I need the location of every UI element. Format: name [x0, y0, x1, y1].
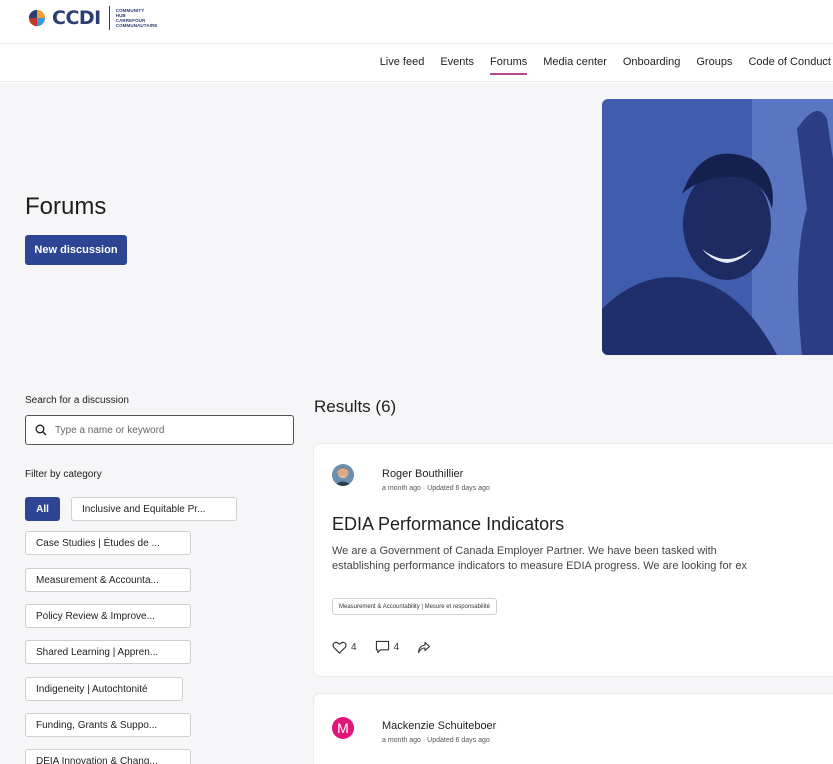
main-nav: Live feed Events Forums Media center Onb…: [0, 44, 833, 82]
post-meta: a month ago · Updated 6 days ago: [382, 485, 490, 492]
comment-count: 4: [393, 641, 400, 653]
forum-content: Search for a discussion Filter by catego…: [0, 371, 833, 764]
nav-code-of-conduct[interactable]: Code of Conduct: [748, 56, 831, 68]
search-field[interactable]: [25, 415, 294, 445]
hero-section: Forums New discussion: [0, 83, 833, 371]
hero-image: [602, 99, 833, 355]
nav-media-center[interactable]: Media center: [543, 56, 607, 68]
filter-label: Filter by category: [25, 469, 102, 480]
logo-divider: [108, 6, 110, 30]
post-excerpt-line: We are a Government of Canada Employer P…: [332, 545, 717, 557]
results-heading: Results (6): [314, 397, 397, 416]
brand-subtitle: COMMUNITY HUB CARREFOUR COMMUNAUTAIRE: [116, 8, 160, 28]
discussion-card[interactable]: Roger Bouthillier a month ago · Updated …: [314, 444, 833, 676]
post-actions: 4 4: [332, 640, 443, 654]
new-discussion-button[interactable]: New discussion: [25, 235, 127, 265]
post-author[interactable]: Roger Bouthillier: [382, 468, 463, 480]
discussion-card[interactable]: M Mackenzie Schuiteboer a month ago · Up…: [314, 694, 833, 764]
heart-icon: [332, 641, 347, 654]
category-all[interactable]: All: [25, 497, 60, 521]
category-policy-review[interactable]: Policy Review & Improve...: [25, 604, 191, 628]
comment-button[interactable]: 4: [375, 640, 400, 654]
brand-name: CCDI: [52, 7, 101, 29]
like-count: 4: [351, 641, 357, 653]
nav-live-feed[interactable]: Live feed: [380, 56, 425, 68]
post-excerpt-line: establishing performance indicators to m…: [332, 560, 747, 572]
post-title[interactable]: EDIA Performance Indicators: [332, 514, 564, 535]
category-measurement[interactable]: Measurement & Accounta...: [25, 568, 191, 592]
globe-logo-icon: [28, 9, 46, 27]
avatar: M: [332, 717, 354, 739]
search-input[interactable]: [55, 424, 275, 436]
category-inclusive-equitable[interactable]: Inclusive and Equitable Pr...: [71, 497, 237, 521]
search-icon: [35, 424, 47, 436]
nav-onboarding[interactable]: Onboarding: [623, 56, 681, 68]
search-label: Search for a discussion: [25, 395, 129, 406]
nav-groups[interactable]: Groups: [696, 56, 732, 68]
nav-events[interactable]: Events: [440, 56, 474, 68]
brand-subtitle-line: COMMUNAUTAIRE: [115, 23, 158, 28]
page-title: Forums: [25, 193, 107, 220]
like-button[interactable]: 4: [332, 641, 357, 654]
category-funding[interactable]: Funding, Grants & Suppo...: [25, 713, 191, 737]
nav-forums[interactable]: Forums: [489, 56, 528, 75]
category-case-studies[interactable]: Case Studies | Études de ...: [25, 531, 191, 555]
share-button[interactable]: [417, 641, 431, 654]
ccdi-logo[interactable]: CCDI COMMUNITY HUB CARREFOUR COMMUNAUTAI…: [28, 6, 160, 30]
avatar: [332, 464, 354, 486]
post-meta: a month ago · Updated 6 days ago: [382, 737, 490, 744]
post-excerpt: We are a Government of Canada Employer P…: [332, 544, 833, 574]
category-indigeneity[interactable]: Indigeneity | Autochtonité: [25, 677, 183, 701]
post-category-tag[interactable]: Measurement & Accountability | Mesure et…: [332, 598, 497, 615]
category-deia-innovation[interactable]: DEIA Innovation & Chang...: [25, 749, 191, 764]
comment-icon: [375, 640, 389, 654]
category-shared-learning[interactable]: Shared Learning | Appren...: [25, 640, 191, 664]
share-icon: [418, 641, 431, 653]
top-bar: CCDI COMMUNITY HUB CARREFOUR COMMUNAUTAI…: [0, 0, 833, 44]
post-author[interactable]: Mackenzie Schuiteboer: [382, 720, 496, 732]
